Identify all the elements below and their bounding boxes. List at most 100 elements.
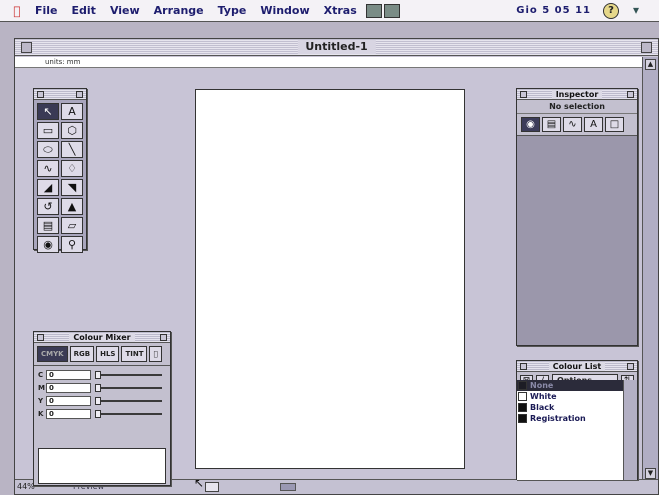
menu-file[interactable]: File [28,4,65,17]
tab-rgb[interactable]: RGB [69,346,95,362]
stroke-inspector-icon[interactable]: ∿ [563,117,582,132]
inspector-palette: Inspector No selection ◉ ▤ ∿ A □ [516,88,638,346]
inspector-close-icon[interactable] [520,91,527,98]
cyan-value-field[interactable]: 0 [46,370,91,380]
inspector-title: Inspector [551,90,603,99]
help-icon[interactable]: ? [603,2,619,19]
yellow-row: Y 0 [38,395,166,407]
rotate-tool-icon[interactable]: ↺ [37,198,59,215]
zoom-tool-icon[interactable]: ⚲ [61,236,83,253]
bezigon-tool-icon[interactable]: ◥ [61,179,83,196]
pen-tool-icon[interactable]: ♢ [61,160,83,177]
channel-label: M [38,384,45,392]
skew-tool-icon[interactable]: ▱ [61,217,83,234]
colour-name: Registration [530,414,586,423]
xtras-tool-icon[interactable] [365,3,382,18]
cyan-row: C 0 [38,369,166,381]
channel-label: C [38,371,44,379]
colour-mixer-tabs: CMYK RGB HLS TINT  [34,343,170,366]
colour-mixer-close-icon[interactable] [37,334,44,341]
system-colour-picker-icon[interactable]:  [149,346,162,362]
trace-tool-icon[interactable]: ◉ [37,236,59,253]
reflect-tool-icon[interactable]: ▲ [61,198,83,215]
horizontal-scroll-thumb[interactable] [280,483,296,491]
document-inspector-icon[interactable]: □ [605,117,624,132]
colour-mixer-title-bar[interactable]: Colour Mixer [34,332,170,343]
menu-view[interactable]: View [103,4,147,17]
ellipse-tool-icon[interactable]: ⬭ [37,141,59,158]
cyan-slider[interactable] [95,370,166,380]
magenta-value-field[interactable]: 0 [46,383,91,393]
scale-tool-icon[interactable]: ▤ [37,217,59,234]
mouse-cursor-icon: ↖ [194,476,205,490]
inspector-tabs: ◉ ▤ ∿ A □ [517,114,637,136]
tab-cmyk[interactable]: CMYK [37,346,68,362]
text-inspector-icon[interactable]: A [584,117,603,132]
menu-arrange[interactable]: Arrange [147,4,211,17]
vertical-scrollbar[interactable]: ▲ ▼ [642,57,658,481]
tab-tint[interactable]: TINT [121,346,148,362]
toolbox-title-bar[interactable] [34,89,86,100]
menu-bar:  File Edit View Arrange Type Window Xtr… [0,0,659,22]
colour-mixer-palette: Colour Mixer CMYK RGB HLS TINT  C 0 M 0… [33,331,171,486]
colour-list-item[interactable]: White [517,391,625,402]
document-title-bar[interactable]: Untitled-1 [15,39,658,56]
line-tool-icon[interactable]: ╲ [61,141,83,158]
page-icon[interactable] [205,482,219,492]
rectangle-tool-icon[interactable]: ▭ [37,122,59,139]
colour-list-item[interactable]: None [517,380,625,391]
colour-swatch [518,392,527,401]
toolbox-collapse-icon[interactable] [76,91,83,98]
channel-label: Y [38,397,44,405]
menu-xtras[interactable]: Xtras [317,4,364,17]
colour-list-title: Colour List [548,362,606,371]
tab-hls[interactable]: HLS [96,346,120,362]
pointer-tool-icon[interactable]: ↖ [37,103,59,120]
colour-list-title-bar[interactable]: Colour List [517,361,637,372]
polygon-tool-icon[interactable]: ⬡ [61,122,83,139]
slider-knob[interactable] [95,397,101,405]
menu-window[interactable]: Window [253,4,316,17]
fill-inspector-icon[interactable]: ▤ [542,117,561,132]
object-inspector-icon[interactable]: ◉ [521,117,540,132]
xtras-operations-icon[interactable] [383,3,400,18]
black-value-field[interactable]: 0 [46,409,91,419]
slider-knob[interactable] [95,410,101,418]
black-row: K 0 [38,408,166,420]
yellow-slider[interactable] [95,396,166,406]
colour-list: None White Black Registration [517,380,625,480]
toolbox-close-icon[interactable] [37,91,44,98]
magenta-row: M 0 [38,382,166,394]
knife-tool-icon[interactable]: ◢ [37,179,59,196]
colour-list-close-icon[interactable] [520,363,527,370]
close-box-icon[interactable] [21,42,32,53]
colour-list-item[interactable]: Black [517,402,625,413]
colour-mixer-collapse-icon[interactable] [160,334,167,341]
inspector-title-bar[interactable]: Inspector [517,89,637,100]
yellow-value-field[interactable]: 0 [46,396,91,406]
scroll-up-arrow-icon[interactable]: ▲ [645,59,656,70]
magenta-slider[interactable] [95,383,166,393]
colour-list-collapse-icon[interactable] [627,363,634,370]
inspector-collapse-icon[interactable] [627,91,634,98]
slider-knob[interactable] [95,371,101,379]
colour-list-item[interactable]: Registration [517,413,625,424]
menu-edit[interactable]: Edit [65,4,103,17]
black-slider[interactable] [95,409,166,419]
freehand-tool-icon[interactable]: ∿ [37,160,59,177]
application-menu-icon[interactable]: ▾ [633,3,651,19]
menu-type[interactable]: Type [211,4,254,17]
colour-swatch [518,381,527,390]
inspector-selection-status: No selection [517,100,637,114]
colour-preview-well[interactable] [38,448,166,484]
scroll-down-arrow-icon[interactable]: ▼ [645,468,656,479]
colour-name: White [530,392,557,401]
document-page[interactable] [195,89,465,469]
colour-list-scrollbar[interactable] [623,380,637,480]
apple-menu-icon[interactable]:  [6,4,28,18]
zoom-box-icon[interactable] [641,42,652,53]
units-label: units: mm [45,58,81,66]
slider-knob[interactable] [95,384,101,392]
colour-list-palette: Colour List ⊠ / Options ⇅ None White Bla… [516,360,638,480]
text-tool-icon[interactable]: A [61,103,83,120]
